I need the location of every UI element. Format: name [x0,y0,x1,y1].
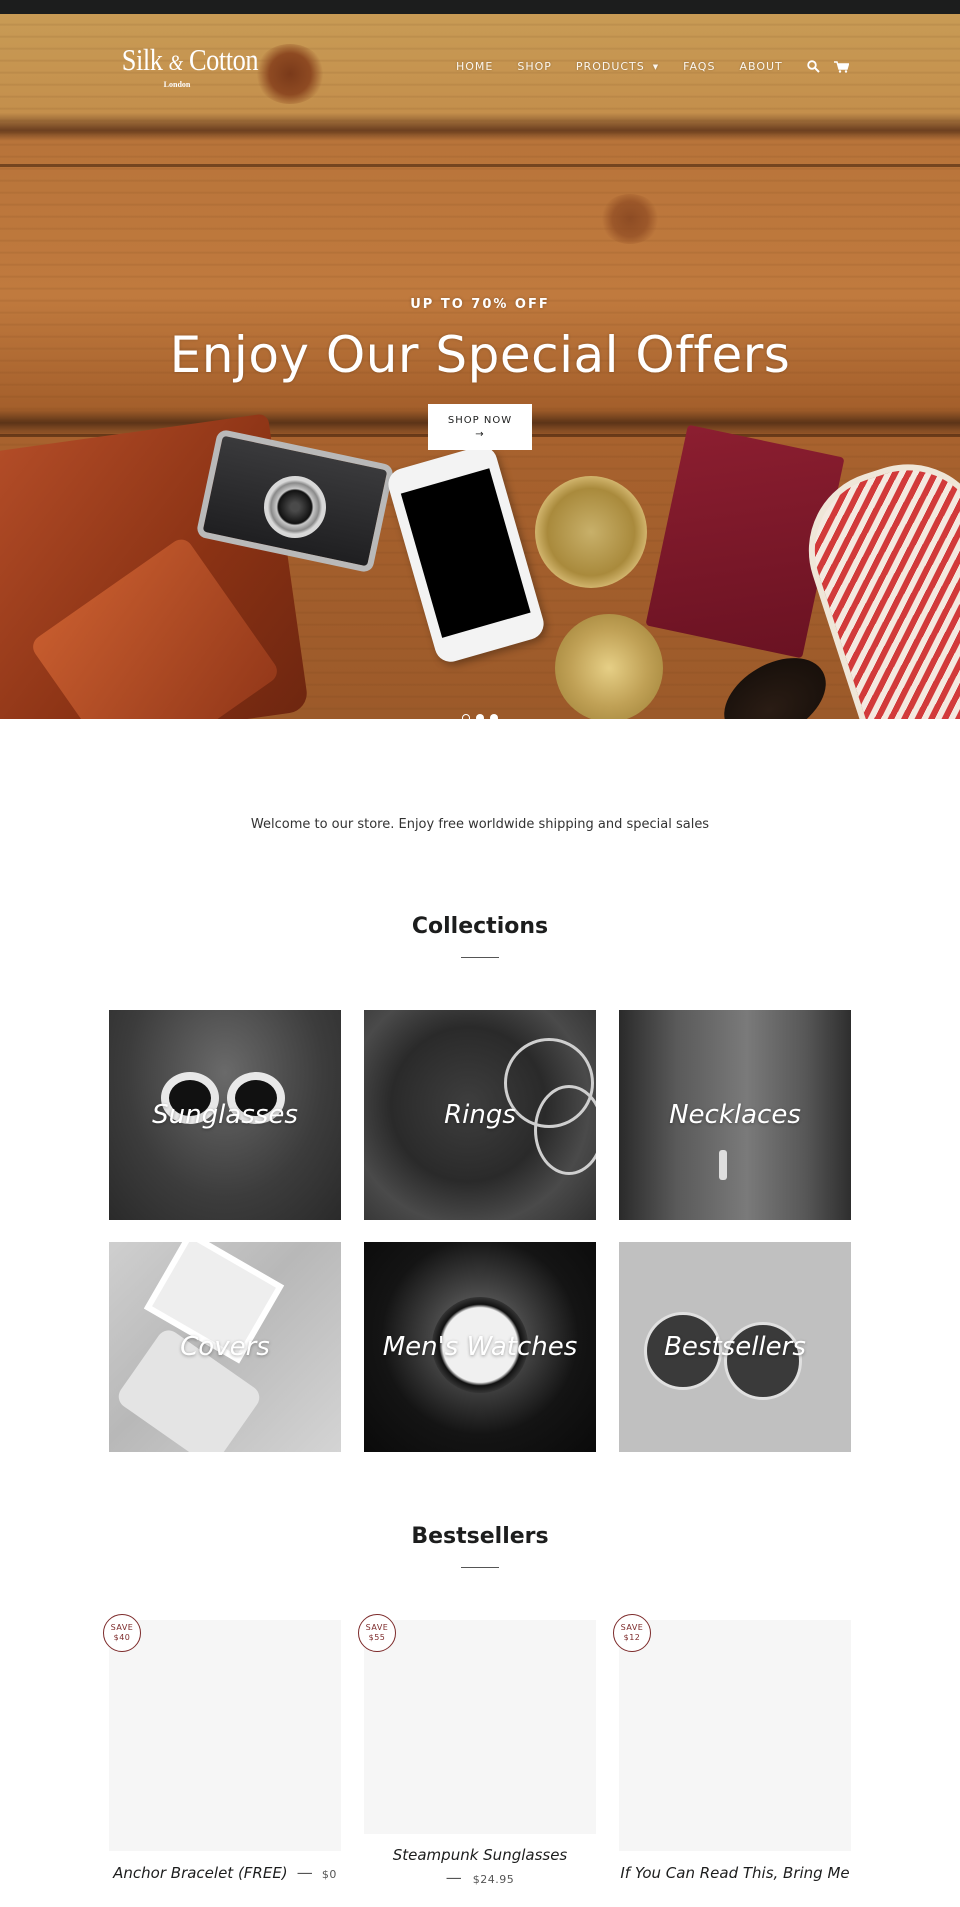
top-bar [0,0,960,14]
slide-dot-2[interactable] [476,714,484,719]
collection-necklaces[interactable]: Necklaces [619,1010,851,1220]
hero-phone-image [384,442,548,666]
nav-products[interactable]: PRODUCTS ▼ [576,60,659,73]
bestsellers-divider [461,1567,499,1568]
nav-home[interactable]: HOME [456,60,493,73]
product-title[interactable]: If You Can Read This, Bring Me [620,1864,849,1882]
product-info: Steampunk Sunglasses — $24.95 [364,1846,596,1887]
collections-grid: Sunglasses Rings Necklaces Covers Men's … [109,1010,851,1452]
nav-shop[interactable]: SHOP [517,60,552,73]
nav-about[interactable]: ABOUT [739,60,782,73]
ring-shape [534,1085,596,1175]
badge-label: SAVE [110,1623,134,1632]
bestsellers-heading: Bestsellers [411,1524,549,1549]
logo-word-left: Silk [121,42,163,77]
hero-compass-lid-image [555,614,663,719]
logo-ampersand: & [168,50,184,75]
logo-tagline: London [163,80,191,89]
badge-amount: $40 [113,1633,131,1642]
main-nav: HOME SHOP PRODUCTS ▼ FAQS ABOUT [456,60,863,73]
collection-rings[interactable]: Rings [364,1010,596,1220]
collection-covers[interactable]: Covers [109,1242,341,1452]
hero-subtitle: UP TO 70% OFF [410,297,550,312]
slide-dot-3[interactable] [490,714,498,719]
logo-wordmark: Silk & Cotton [121,42,259,79]
collection-label: Necklaces [669,1100,801,1130]
badge-amount: $55 [368,1633,386,1642]
badge-amount: $12 [623,1633,641,1642]
hero-slideshow: Silk & Cotton London HOME SHOP PRODUCTS … [0,14,960,719]
logo-word-right: Cotton [188,42,259,77]
hero-content: UP TO 70% OFF Enjoy Our Special Offers S… [0,297,960,450]
site-header: Silk & Cotton London HOME SHOP PRODUCTS … [0,14,960,104]
product-card[interactable]: SAVE $40 Anchor Bracelet (FREE) — $0 [103,1614,341,1887]
sale-badge: SAVE $55 [358,1614,396,1652]
slide-dot-1[interactable] [462,714,470,719]
page-bottom-spacer [0,1887,960,1907]
nav-products-label: PRODUCTS [575,60,645,73]
shop-now-button[interactable]: SHOP NOW → [428,404,532,450]
collection-label: Sunglasses [152,1100,298,1130]
price-separator: — [445,1868,462,1887]
search-icon[interactable] [807,60,820,73]
collections-heading: Collections [411,914,549,939]
badge-label: SAVE [365,1623,389,1632]
product-card[interactable]: SAVE $12 If You Can Read This, Bring Me [613,1614,851,1887]
hero-title: Enjoy Our Special Offers [169,326,791,384]
site-logo[interactable]: Silk & Cotton London [112,42,259,90]
product-card[interactable]: SAVE $55 Steampunk Sunglasses — $24.95 [358,1614,596,1887]
bestsellers-grid: SAVE $40 Anchor Bracelet (FREE) — $0 SAV… [103,1614,851,1887]
product-image[interactable] [619,1620,851,1851]
cart-icon[interactable] [833,60,849,73]
collection-label: Men's Watches [382,1332,578,1362]
caret-down-icon: ▼ [652,62,660,71]
collection-bestsellers[interactable]: Bestsellers [619,1242,851,1452]
price-separator: — [296,1863,313,1882]
badge-label: SAVE [620,1623,644,1632]
slideshow-dots [0,714,960,719]
collection-mens-watches[interactable]: Men's Watches [364,1242,596,1452]
collection-sunglasses[interactable]: Sunglasses [109,1010,341,1220]
sale-badge: SAVE $40 [103,1614,141,1652]
collections-divider [461,957,499,958]
shop-now-label: SHOP NOW [447,415,513,426]
hero-compass-image [535,476,647,588]
product-title[interactable]: Steampunk Sunglasses [364,1846,596,1864]
product-info: Anchor Bracelet (FREE) — $0 [109,1863,341,1882]
sale-badge: SAVE $12 [613,1614,651,1652]
product-image[interactable] [109,1620,341,1851]
welcome-text: Welcome to our store. Enjoy free worldwi… [250,817,710,832]
collection-label: Rings [444,1100,516,1130]
product-info: If You Can Read This, Bring Me [619,1863,851,1882]
wood-plank-line [0,164,960,167]
nav-faqs[interactable]: FAQS [683,60,715,73]
wood-knot [600,194,660,244]
product-title[interactable]: Anchor Bracelet (FREE) [113,1864,288,1882]
collection-label: Covers [180,1332,270,1362]
arrow-right-icon: → [475,429,485,440]
product-image[interactable] [364,1620,596,1834]
necklace-pendant [719,1150,727,1180]
collection-label: Bestsellers [664,1332,806,1362]
